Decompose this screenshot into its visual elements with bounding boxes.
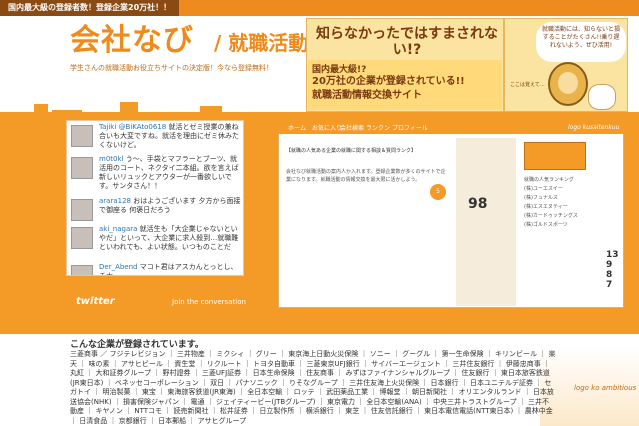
preview-ranking-title: 就職の人気ランキング	[524, 177, 574, 183]
preview-ranking-numbers: 13 9 8 7	[606, 250, 619, 290]
ranking-number: 8	[606, 270, 613, 280]
preview-count-badge: 5	[430, 184, 446, 200]
tweet-item[interactable]: Tajiki @BiKAto0618 就活とゼミ授業の兼ね合いも大変ですね。就活…	[71, 123, 241, 159]
preview-nav-item: ランクン	[366, 125, 391, 132]
ranking-number: 7	[606, 280, 613, 290]
twitter-join-link[interactable]: Join the conversation	[172, 298, 246, 306]
mascot-side-note: ここは覚えて…	[510, 82, 545, 88]
avatar[interactable]	[71, 199, 93, 221]
twitter-logo-icon[interactable]: twitter	[76, 296, 115, 307]
banner-headline: 知らなかったではすまされない!?	[316, 26, 498, 58]
preview-stat-number: 98	[468, 196, 488, 212]
top-bar-text: 国内最大級の登録者数！登録企業20万社！！	[0, 0, 180, 16]
ranking-number: 9	[606, 260, 613, 270]
list-item: (株)エスエヌティー	[524, 204, 568, 210]
tweet-item[interactable]: Der_Abend マコト君はアスカんとっとし、チナ	[71, 263, 241, 275]
banner-line-2: 20万社の企業が登録されている!!	[312, 76, 465, 87]
tweet-user[interactable]: Tajiki @BiKAto0618	[99, 123, 166, 131]
preview-ranking-list: 就職の人気ランキング (株)ユーエスイー (株)フュナルス (株)エスエヌティー…	[524, 176, 620, 230]
avatar[interactable]	[71, 265, 93, 275]
tweet-text: aki_nagara 就活生も「大企業じゃないといやだ」といって、大企業に求人殺…	[99, 225, 241, 252]
list-item: (株)ゴルドスポーツ	[524, 222, 568, 228]
site-tagline: 学生さんの就職活動お役立ちサイトの決定版！今なら登録無料！	[70, 64, 273, 72]
mascot-speech-bubble: 就職活動には、知らないと損することがたくさん!!乗り遅れないよう、ぜひ活用!	[536, 22, 626, 62]
preview-post-body: 会社なび就職活動の案内人か入れます。登録企業数が多くのサイトで企業になります。就…	[286, 169, 446, 183]
preview-logo: logo kusaitenkuu	[568, 124, 620, 131]
site-logo-subtitle: / 就職活動	[214, 31, 309, 55]
lion-face-icon	[558, 72, 578, 94]
preview-profile-column	[456, 138, 516, 306]
twitter-widget[interactable]: Tajiki @BiKAto0618 就活とゼミ授業の兼ね合いも大変ですね。就活…	[66, 120, 244, 276]
preview-post-title: 【就職の人気ある企業の就職に関する相談＆質問ランク】	[286, 148, 417, 154]
list-item: (株)ユーエスイー	[524, 186, 563, 192]
preview-main-column	[282, 138, 452, 306]
site-logo[interactable]: 会社なび	[70, 24, 194, 58]
tweet-user[interactable]: m0t0kl	[99, 155, 123, 163]
preview-ranking-banner	[524, 142, 586, 170]
tweet-text: m0t0kl う〜、手袋とマフラーとブーツ、就活用のコート、ネクタイ二本組。欲を…	[99, 155, 241, 191]
avatar[interactable]	[71, 157, 93, 179]
ranking-number: 13	[606, 250, 619, 260]
tweet-text: Der_Abend マコト君はアスカんとっとし、チナ	[99, 263, 241, 275]
tweet-item[interactable]: aki_nagara 就活生も「大企業じゃないといやだ」といって、大企業に求人殺…	[71, 225, 241, 261]
tweet-text: Tajiki @BiKAto0618 就活とゼミ授業の兼ね合いも大変ですね。就活…	[99, 123, 241, 150]
list-item: (株)カードゥッチングス	[524, 213, 578, 219]
tweet-user[interactable]: arara128	[99, 197, 131, 205]
tweet-text: arara128 おはようございます 夕方から面接で御座る 何褒日だろう	[99, 197, 241, 215]
tweet-item[interactable]: m0t0kl う〜、手袋とマフラーとブーツ、就活用のコート、ネクタイ二本組。欲を…	[71, 155, 241, 191]
section-title: こんな企業が登録されています。	[70, 340, 204, 350]
avatar[interactable]	[71, 125, 93, 147]
tweet-user[interactable]: aki_nagara	[99, 225, 137, 233]
avatar[interactable]	[71, 227, 93, 249]
preview-nav-item: ホーム	[288, 125, 306, 132]
bottom-logo: logo ko ambitious	[574, 384, 637, 392]
company-list: 三菱商事 ／ フジテレビジョン ｜ 三井物産 ｜ ミクシィ ｜ グリー ｜ 東京…	[70, 350, 556, 425]
preview-nav-item: プロフィール	[392, 125, 428, 132]
preview-nav-item: お気に入り	[312, 125, 343, 132]
list-item: (株)フュナルス	[524, 195, 558, 201]
preview-nav-item: 会社検索	[340, 125, 365, 132]
tweet-user[interactable]: Der_Abend	[99, 263, 138, 271]
